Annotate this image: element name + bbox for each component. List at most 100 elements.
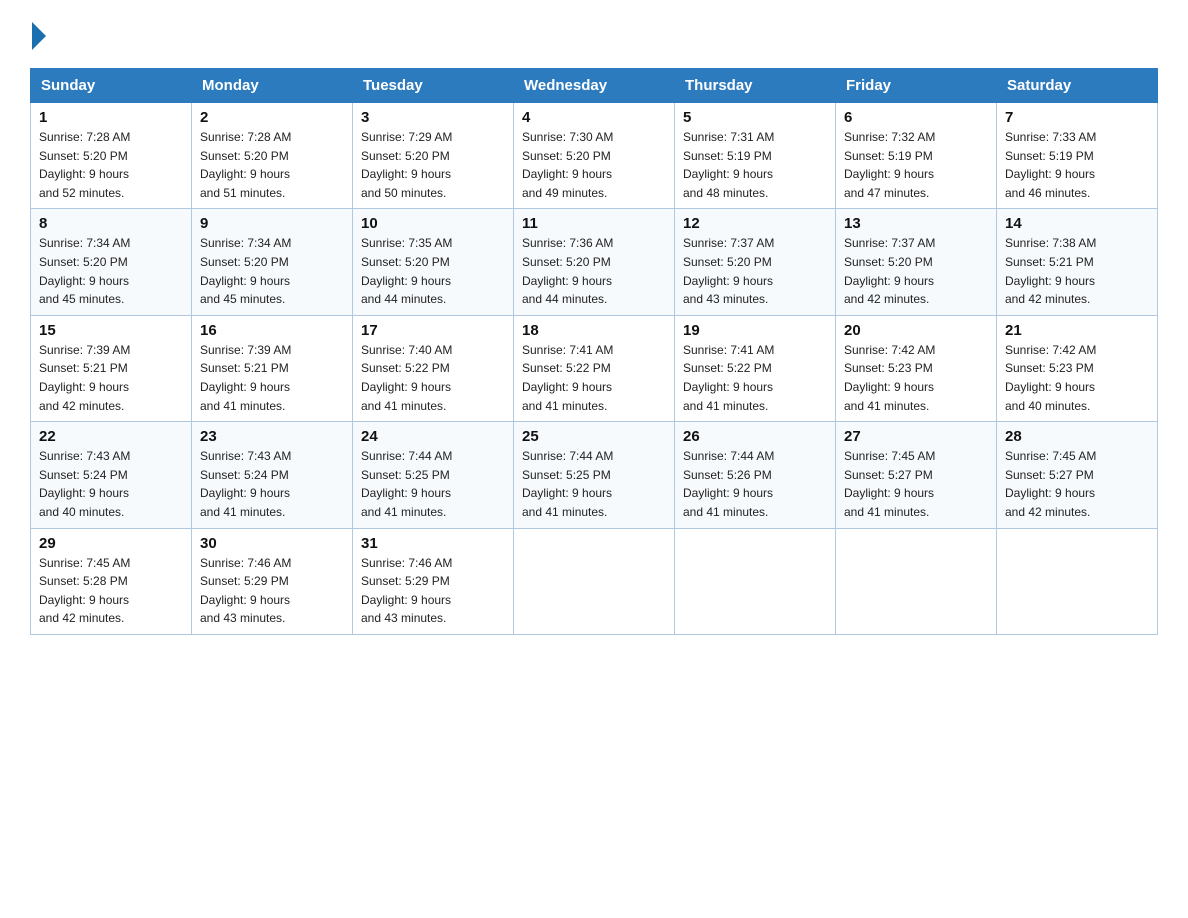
- calendar-cell: 23 Sunrise: 7:43 AMSunset: 5:24 PMDayligh…: [192, 422, 353, 528]
- calendar-cell: 4 Sunrise: 7:30 AMSunset: 5:20 PMDaylight…: [514, 103, 675, 209]
- calendar-cell: 8 Sunrise: 7:34 AMSunset: 5:20 PMDaylight…: [31, 209, 192, 315]
- day-number: 19: [683, 322, 827, 339]
- calendar-week-row: 8 Sunrise: 7:34 AMSunset: 5:20 PMDaylight…: [31, 209, 1158, 315]
- day-info: Sunrise: 7:45 AMSunset: 5:27 PMDaylight:…: [844, 447, 988, 521]
- calendar-cell: 10 Sunrise: 7:35 AMSunset: 5:20 PMDayligh…: [353, 209, 514, 315]
- calendar-cell: 18 Sunrise: 7:41 AMSunset: 5:22 PMDayligh…: [514, 315, 675, 421]
- day-info: Sunrise: 7:36 AMSunset: 5:20 PMDaylight:…: [522, 234, 666, 308]
- calendar-cell: 12 Sunrise: 7:37 AMSunset: 5:20 PMDayligh…: [675, 209, 836, 315]
- day-number: 13: [844, 215, 988, 232]
- day-number: 15: [39, 322, 183, 339]
- calendar-cell: 29 Sunrise: 7:45 AMSunset: 5:28 PMDayligh…: [31, 528, 192, 634]
- day-number: 26: [683, 428, 827, 445]
- calendar-cell: 19 Sunrise: 7:41 AMSunset: 5:22 PMDayligh…: [675, 315, 836, 421]
- calendar-cell: 15 Sunrise: 7:39 AMSunset: 5:21 PMDayligh…: [31, 315, 192, 421]
- day-number: 9: [200, 215, 344, 232]
- day-number: 2: [200, 109, 344, 126]
- day-info: Sunrise: 7:45 AMSunset: 5:28 PMDaylight:…: [39, 554, 183, 628]
- day-info: Sunrise: 7:28 AMSunset: 5:20 PMDaylight:…: [200, 128, 344, 202]
- weekday-header-monday: Monday: [192, 69, 353, 103]
- day-number: 29: [39, 535, 183, 552]
- day-info: Sunrise: 7:37 AMSunset: 5:20 PMDaylight:…: [683, 234, 827, 308]
- day-info: Sunrise: 7:44 AMSunset: 5:25 PMDaylight:…: [522, 447, 666, 521]
- calendar-cell: 14 Sunrise: 7:38 AMSunset: 5:21 PMDayligh…: [997, 209, 1158, 315]
- calendar-cell: 9Sunrise: 7:34 AMSunset: 5:20 PMDaylight…: [192, 209, 353, 315]
- weekday-header-row: SundayMondayTuesdayWednesdayThursdayFrid…: [31, 69, 1158, 103]
- calendar-cell: [675, 528, 836, 634]
- day-number: 10: [361, 215, 505, 232]
- day-info: Sunrise: 7:34 AMSunset: 5:20 PMDaylight:…: [39, 234, 183, 308]
- day-info: Sunrise: 7:39 AMSunset: 5:21 PMDaylight:…: [39, 341, 183, 415]
- calendar-week-row: 15 Sunrise: 7:39 AMSunset: 5:21 PMDayligh…: [31, 315, 1158, 421]
- calendar-cell: 2 Sunrise: 7:28 AMSunset: 5:20 PMDaylight…: [192, 103, 353, 209]
- weekday-header-wednesday: Wednesday: [514, 69, 675, 103]
- calendar-cell: 27 Sunrise: 7:45 AMSunset: 5:27 PMDayligh…: [836, 422, 997, 528]
- day-number: 21: [1005, 322, 1149, 339]
- day-info: Sunrise: 7:42 AMSunset: 5:23 PMDaylight:…: [1005, 341, 1149, 415]
- day-info: Sunrise: 7:40 AMSunset: 5:22 PMDaylight:…: [361, 341, 505, 415]
- weekday-header-tuesday: Tuesday: [353, 69, 514, 103]
- calendar-cell: 3Sunrise: 7:29 AMSunset: 5:20 PMDaylight…: [353, 103, 514, 209]
- day-info: Sunrise: 7:28 AMSunset: 5:20 PMDaylight:…: [39, 128, 183, 202]
- calendar-cell: 26 Sunrise: 7:44 AMSunset: 5:26 PMDayligh…: [675, 422, 836, 528]
- calendar-cell: 31 Sunrise: 7:46 AMSunset: 5:29 PMDayligh…: [353, 528, 514, 634]
- day-info: Sunrise: 7:41 AMSunset: 5:22 PMDaylight:…: [683, 341, 827, 415]
- day-number: 28: [1005, 428, 1149, 445]
- day-number: 20: [844, 322, 988, 339]
- day-info: Sunrise: 7:44 AMSunset: 5:26 PMDaylight:…: [683, 447, 827, 521]
- day-number: 4: [522, 109, 666, 126]
- calendar-cell: 7Sunrise: 7:33 AMSunset: 5:19 PMDaylight…: [997, 103, 1158, 209]
- day-number: 11: [522, 215, 666, 232]
- page-header: [30, 20, 1158, 50]
- day-number: 18: [522, 322, 666, 339]
- calendar-cell: [997, 528, 1158, 634]
- day-info: Sunrise: 7:31 AMSunset: 5:19 PMDaylight:…: [683, 128, 827, 202]
- calendar-cell: 24 Sunrise: 7:44 AMSunset: 5:25 PMDayligh…: [353, 422, 514, 528]
- day-number: 8: [39, 215, 183, 232]
- day-number: 24: [361, 428, 505, 445]
- day-number: 16: [200, 322, 344, 339]
- day-info: Sunrise: 7:45 AMSunset: 5:27 PMDaylight:…: [1005, 447, 1149, 521]
- day-number: 14: [1005, 215, 1149, 232]
- day-info: Sunrise: 7:38 AMSunset: 5:21 PMDaylight:…: [1005, 234, 1149, 308]
- calendar-cell: 21 Sunrise: 7:42 AMSunset: 5:23 PMDayligh…: [997, 315, 1158, 421]
- day-info: Sunrise: 7:44 AMSunset: 5:25 PMDaylight:…: [361, 447, 505, 521]
- calendar-cell: [836, 528, 997, 634]
- day-info: Sunrise: 7:39 AMSunset: 5:21 PMDaylight:…: [200, 341, 344, 415]
- calendar-cell: 20 Sunrise: 7:42 AMSunset: 5:23 PMDayligh…: [836, 315, 997, 421]
- day-info: Sunrise: 7:43 AMSunset: 5:24 PMDaylight:…: [200, 447, 344, 521]
- day-number: 5: [683, 109, 827, 126]
- day-info: Sunrise: 7:33 AMSunset: 5:19 PMDaylight:…: [1005, 128, 1149, 202]
- calendar-cell: 16 Sunrise: 7:39 AMSunset: 5:21 PMDayligh…: [192, 315, 353, 421]
- calendar-cell: [514, 528, 675, 634]
- calendar-cell: 5 Sunrise: 7:31 AMSunset: 5:19 PMDaylight…: [675, 103, 836, 209]
- day-info: Sunrise: 7:41 AMSunset: 5:22 PMDaylight:…: [522, 341, 666, 415]
- day-number: 6: [844, 109, 988, 126]
- calendar-cell: 22 Sunrise: 7:43 AMSunset: 5:24 PMDayligh…: [31, 422, 192, 528]
- calendar-cell: 30 Sunrise: 7:46 AMSunset: 5:29 PMDayligh…: [192, 528, 353, 634]
- day-number: 23: [200, 428, 344, 445]
- day-info: Sunrise: 7:43 AMSunset: 5:24 PMDaylight:…: [39, 447, 183, 521]
- day-info: Sunrise: 7:32 AMSunset: 5:19 PMDaylight:…: [844, 128, 988, 202]
- logo: [30, 20, 46, 50]
- day-number: 27: [844, 428, 988, 445]
- day-number: 30: [200, 535, 344, 552]
- calendar-cell: 1 Sunrise: 7:28 AMSunset: 5:20 PMDaylight…: [31, 103, 192, 209]
- calendar-body: 1 Sunrise: 7:28 AMSunset: 5:20 PMDaylight…: [31, 103, 1158, 635]
- day-number: 25: [522, 428, 666, 445]
- day-number: 31: [361, 535, 505, 552]
- calendar-week-row: 22 Sunrise: 7:43 AMSunset: 5:24 PMDayligh…: [31, 422, 1158, 528]
- day-info: Sunrise: 7:35 AMSunset: 5:20 PMDaylight:…: [361, 234, 505, 308]
- day-number: 12: [683, 215, 827, 232]
- calendar-week-row: 29 Sunrise: 7:45 AMSunset: 5:28 PMDayligh…: [31, 528, 1158, 634]
- weekday-header-sunday: Sunday: [31, 69, 192, 103]
- day-number: 1: [39, 109, 183, 126]
- day-info: Sunrise: 7:46 AMSunset: 5:29 PMDaylight:…: [200, 554, 344, 628]
- day-info: Sunrise: 7:46 AMSunset: 5:29 PMDaylight:…: [361, 554, 505, 628]
- day-number: 17: [361, 322, 505, 339]
- day-number: 22: [39, 428, 183, 445]
- day-info: Sunrise: 7:37 AMSunset: 5:20 PMDaylight:…: [844, 234, 988, 308]
- weekday-header-saturday: Saturday: [997, 69, 1158, 103]
- day-info: Sunrise: 7:30 AMSunset: 5:20 PMDaylight:…: [522, 128, 666, 202]
- day-info: Sunrise: 7:42 AMSunset: 5:23 PMDaylight:…: [844, 341, 988, 415]
